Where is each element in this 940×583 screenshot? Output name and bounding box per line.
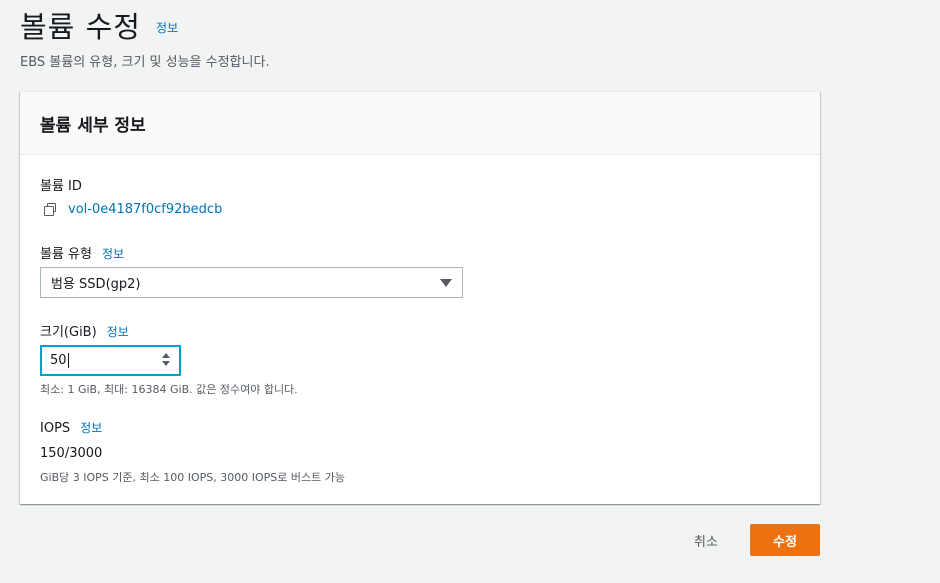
volume-type-selected-value: 범용 SSD(gp2) (51, 277, 141, 292)
caret-down-icon (440, 279, 452, 287)
volume-details-panel: 볼륨 세부 정보 볼륨 ID vol-0e4187f0cf92bedcb 볼륨 … (20, 91, 820, 504)
volume-id-link[interactable]: vol-0e4187f0cf92bedcb (68, 202, 222, 217)
panel-title: 볼륨 세부 정보 (40, 115, 146, 136)
size-input-value: 50 (50, 353, 67, 368)
size-label: 크기(GiB) 정보 (40, 321, 129, 340)
volume-type-label-text: 볼륨 유형 (40, 247, 92, 262)
volume-type-info-link[interactable]: 정보 (102, 247, 124, 261)
cancel-button[interactable]: 취소 (680, 524, 732, 556)
volume-id-row: vol-0e4187f0cf92bedcb (44, 202, 222, 217)
size-hint: 최소: 1 GiB, 최대: 16384 GiB. 값은 정수여야 합니다. (40, 383, 298, 396)
title-info-link[interactable]: 정보 (156, 21, 178, 35)
size-input[interactable]: 50 (40, 345, 181, 376)
copy-icon[interactable] (44, 202, 58, 217)
volume-type-select[interactable]: 범용 SSD(gp2) (40, 267, 463, 298)
iops-value: 150/3000 (40, 446, 103, 461)
page-header: 볼륨 수정 정보 (20, 4, 178, 46)
iops-label-text: IOPS (40, 421, 71, 436)
size-info-link[interactable]: 정보 (107, 325, 129, 339)
modify-button[interactable]: 수정 (750, 524, 820, 556)
number-spinner[interactable] (162, 353, 170, 368)
text-cursor (67, 353, 69, 368)
size-label-text: 크기(GiB) (40, 325, 97, 340)
iops-hint: GiB당 3 IOPS 기준, 최소 100 IOPS, 3000 IOPS로 … (40, 471, 345, 484)
volume-id-label: 볼륨 ID (40, 175, 82, 194)
panel-header: 볼륨 세부 정보 (20, 92, 820, 155)
volume-id-label-text: 볼륨 ID (40, 179, 82, 194)
volume-type-label: 볼륨 유형 정보 (40, 243, 124, 262)
iops-label: IOPS 정보 (40, 419, 102, 436)
spinner-up-icon[interactable] (162, 353, 170, 358)
page-description: EBS 볼륨의 유형, 크기 및 성능을 수정합니다. (20, 55, 270, 70)
spinner-down-icon[interactable] (162, 361, 170, 366)
iops-info-link[interactable]: 정보 (80, 421, 102, 435)
page-title: 볼륨 수정 (20, 10, 141, 44)
